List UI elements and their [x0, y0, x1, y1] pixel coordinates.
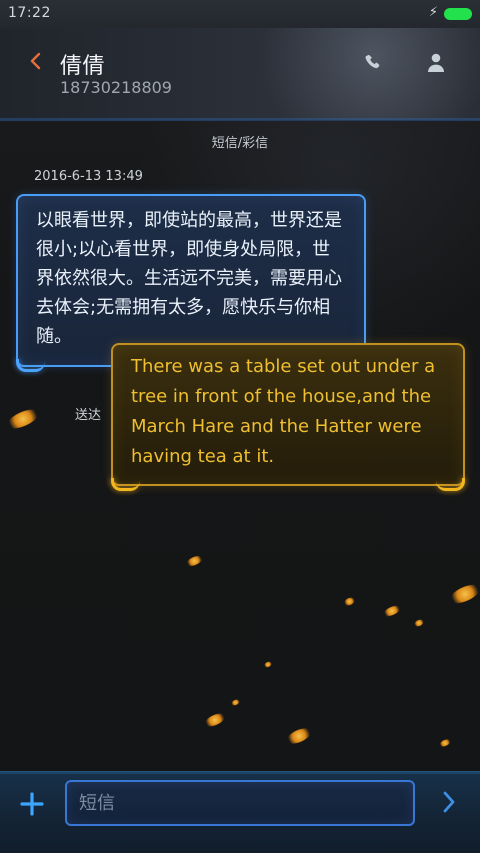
- decorative-spark: [185, 553, 204, 569]
- back-icon[interactable]: [28, 52, 44, 70]
- message-list[interactable]: 短信/彩信 2016-6-13 13:49 以眼看世界，即使站的最高，世界还是很…: [0, 120, 480, 772]
- decorative-spark: [230, 698, 241, 707]
- incoming-message-text: 以眼看世界，即使站的最高，世界还是很小;以心看世界，即使身处局限，世界依然很大。…: [36, 210, 342, 347]
- contact-name: 倩倩: [60, 54, 106, 79]
- message-input[interactable]: [65, 780, 415, 826]
- status-time: 17:22: [8, 5, 51, 21]
- add-icon[interactable]: [18, 790, 46, 818]
- sms-thread-screen: 17:22 ⚡ 倩倩 18730218809 短信/彩信 2016-6-13 1…: [0, 0, 480, 853]
- decorative-spark: [413, 618, 425, 628]
- decorative-spark: [438, 737, 452, 749]
- message-timestamp: 2016-6-13 13:49: [34, 169, 143, 184]
- delivery-status: 送达: [75, 408, 102, 423]
- decorative-spark: [4, 405, 42, 433]
- decorative-spark: [382, 603, 402, 619]
- decorative-spark: [202, 710, 228, 730]
- send-icon[interactable]: [440, 790, 458, 814]
- contact-number: 18730218809: [60, 78, 172, 97]
- conversation-header: 倩倩 18730218809: [0, 28, 480, 121]
- phone-icon[interactable]: [362, 52, 384, 74]
- incoming-message-bubble[interactable]: 以眼看世界，即使站的最高，世界还是很小;以心看世界，即使身处局限，世界依然很大。…: [16, 194, 366, 367]
- decorative-spark: [284, 725, 314, 747]
- status-bar: 17:22 ⚡: [0, 0, 480, 28]
- outgoing-message-text: There was a table set out under a tree i…: [131, 356, 436, 467]
- decorative-spark: [343, 596, 356, 607]
- channel-label: 短信/彩信: [211, 136, 269, 151]
- battery-icon: [444, 8, 472, 20]
- charging-icon: ⚡: [428, 5, 438, 20]
- decorative-spark: [263, 660, 273, 669]
- person-icon[interactable]: [426, 52, 446, 74]
- outgoing-message-bubble[interactable]: There was a table set out under a tree i…: [111, 343, 465, 486]
- composer-bar: [0, 771, 480, 853]
- decorative-spark: [447, 581, 480, 607]
